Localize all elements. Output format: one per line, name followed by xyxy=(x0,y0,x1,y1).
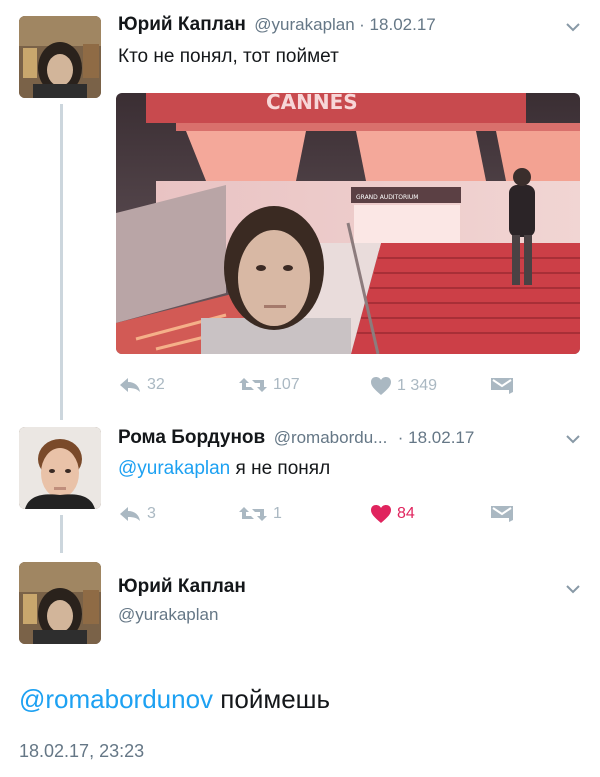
tweet-text-body: я не понял xyxy=(230,458,331,479)
dm-action[interactable] xyxy=(490,505,519,523)
retweet-action[interactable]: 1 xyxy=(238,505,282,523)
like-action[interactable]: 84 xyxy=(370,504,415,524)
reply-action[interactable]: 3 xyxy=(118,505,156,523)
tweet-photo[interactable]: CANNES GRAND AUDITORIUM xyxy=(116,93,580,354)
heart-icon xyxy=(371,377,391,395)
dm-action[interactable] xyxy=(490,377,519,395)
tweet-text: @romabordunov поймешь xyxy=(19,684,330,715)
reply-icon xyxy=(120,507,140,521)
retweet-icon xyxy=(239,507,267,521)
tweet-timestamp[interactable]: 18.02.17, 23:23 xyxy=(19,741,144,762)
photo-sign-text: CANNES xyxy=(266,93,358,114)
tweet-date[interactable]: · 18.02.17 xyxy=(359,15,436,34)
tweet-header: Юрий Каплан @yurakaplan · 18.02.17 xyxy=(118,14,436,36)
avatar-yurakaplan[interactable] xyxy=(19,16,101,98)
direct-message-icon xyxy=(491,378,513,394)
like-action[interactable]: 1 349 xyxy=(370,376,437,396)
author-handle[interactable]: @yurakaplan xyxy=(254,15,354,34)
avatar-yurakaplan[interactable] xyxy=(19,562,101,644)
retweet-action[interactable]: 107 xyxy=(238,376,300,394)
mention-link[interactable]: @romabordunov xyxy=(19,684,213,714)
reply-action[interactable]: 32 xyxy=(118,376,165,394)
direct-message-icon xyxy=(491,506,513,522)
tweet-date[interactable]: · 18.02.17 xyxy=(398,428,475,447)
thread-line xyxy=(60,104,63,420)
chevron-down-icon[interactable] xyxy=(566,434,580,444)
author-name[interactable]: Юрий Каплан xyxy=(118,576,246,598)
reply-icon xyxy=(120,378,140,392)
like-count: 84 xyxy=(397,505,415,522)
like-count: 1 349 xyxy=(397,377,438,394)
heart-icon xyxy=(371,505,391,523)
reply-count: 32 xyxy=(147,376,165,393)
retweet-count: 107 xyxy=(273,376,300,393)
retweet-count: 1 xyxy=(273,505,282,522)
tweet-header: Рома Бордунов @romabordu... · 18.02.17 xyxy=(118,427,474,449)
photo-cannes-stairs: CANNES GRAND AUDITORIUM xyxy=(116,93,580,354)
author-name[interactable]: Юрий Каплан xyxy=(118,14,246,35)
tweet-text-body: поймешь xyxy=(213,684,331,714)
reply-count: 3 xyxy=(147,505,156,522)
avatar-romabordunov[interactable] xyxy=(19,427,101,509)
author-handle[interactable]: @yurakaplan xyxy=(118,605,218,625)
author-name[interactable]: Рома Бордунов xyxy=(118,427,265,448)
thread-line xyxy=(60,515,63,553)
chevron-down-icon[interactable] xyxy=(566,584,580,594)
photo-sign-small-text: GRAND AUDITORIUM xyxy=(356,194,418,201)
retweet-icon xyxy=(239,378,267,392)
chevron-down-icon[interactable] xyxy=(566,22,580,32)
mention-link[interactable]: @yurakaplan xyxy=(118,458,230,479)
tweet-text: @yurakaplan я не понял xyxy=(118,458,330,480)
tweet-text: Кто не понял, тот поймет xyxy=(118,46,339,67)
author-handle[interactable]: @romabordu... xyxy=(274,428,388,447)
